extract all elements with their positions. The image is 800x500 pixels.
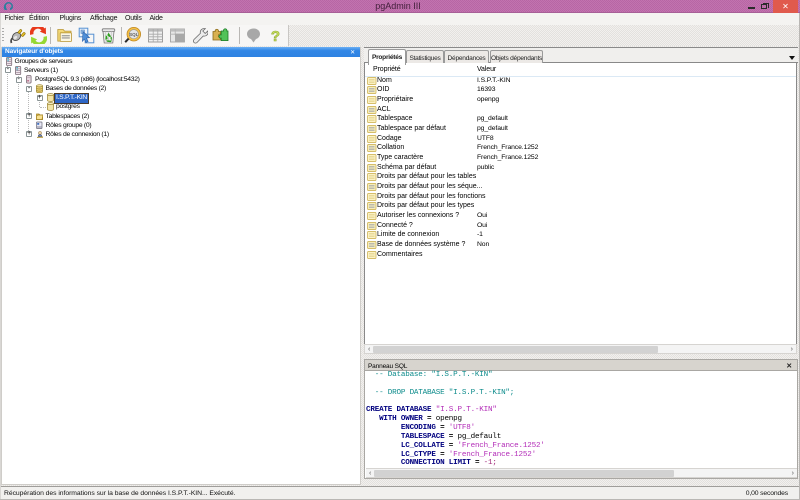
svg-text:?: ? (271, 28, 280, 44)
svg-text:SQL: SQL (129, 32, 139, 37)
